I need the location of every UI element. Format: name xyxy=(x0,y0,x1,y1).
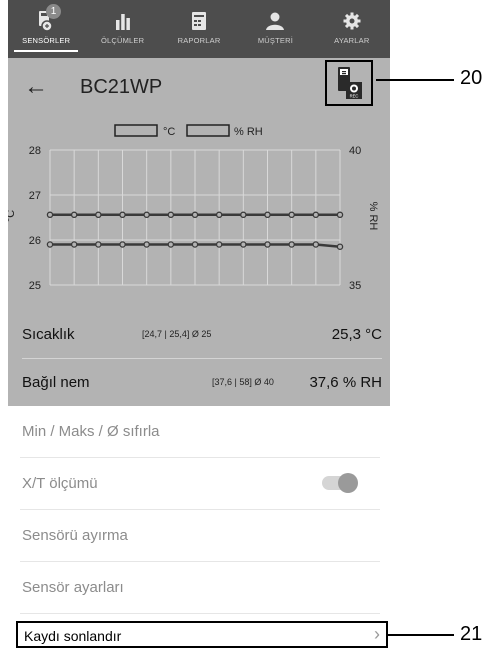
reset-min-max-avg-item[interactable]: Min / Maks / Ø sıfırla xyxy=(20,406,380,458)
data-point xyxy=(336,243,344,251)
data-point xyxy=(70,211,78,219)
y-tick-label-left: 25 xyxy=(29,280,41,292)
callout-number-21: 21 xyxy=(460,623,483,645)
nav-item-settings[interactable]: AYARLAR xyxy=(314,0,390,58)
y-tick-label-left: 27 xyxy=(29,190,41,202)
data-point xyxy=(288,211,295,219)
data-point xyxy=(264,211,271,219)
menu-label: Sensör ayarları xyxy=(22,579,124,596)
data-point xyxy=(336,211,344,219)
nav-label: SENSÖRLER xyxy=(22,36,71,45)
y-axis-label-right: % RH xyxy=(367,202,379,231)
menu-label: X/T ölçümü xyxy=(22,475,98,492)
app-screen: 1 SENSÖRLER ÖLÇÜMLER RAPORLAR MÜŞTERİ AY… xyxy=(8,0,390,654)
xt-measurement-item: X/T ölçümü xyxy=(20,458,380,510)
data-point xyxy=(95,241,102,248)
measurement-chart: °C % RH 28 27 26 25 40 35 °C % RH xyxy=(8,120,390,310)
nav-label: AYARLAR xyxy=(334,36,370,45)
chevron-right-icon: › xyxy=(374,624,380,644)
gear-icon xyxy=(341,10,363,32)
menu-label: Sensörü ayırma xyxy=(22,527,128,544)
sensor-menu: Min / Maks / Ø sıfırla X/T ölçümü Sensör… xyxy=(8,406,390,614)
data-point xyxy=(215,211,223,219)
data-point xyxy=(240,241,247,248)
nav-label: ÖLÇÜMLER xyxy=(100,36,145,45)
user-icon xyxy=(264,10,286,32)
data-point xyxy=(191,241,199,248)
data-point xyxy=(119,211,126,219)
legend-label-celsius: °C xyxy=(163,126,175,138)
callout-line-20 xyxy=(376,79,454,81)
data-point xyxy=(46,241,54,248)
data-point xyxy=(312,211,320,219)
end-recording-label: Kaydı sonlandır xyxy=(24,628,122,644)
legend-label-rh: % RH xyxy=(234,126,263,138)
recording-device-icon[interactable]: REC xyxy=(325,60,373,106)
callout-number-20: 20 xyxy=(460,67,483,89)
legend-swatch-celsius xyxy=(114,124,158,137)
data-point xyxy=(167,211,175,219)
data-point xyxy=(143,241,150,248)
reading-row-temperature: Sıcaklık [24,7 | 25,4] Ø 25 25,3 °C xyxy=(22,310,382,359)
data-point xyxy=(264,241,271,248)
chart-canvas: °C % RH 28 27 26 25 40 35 °C % RH xyxy=(8,124,379,292)
bottom-nav: 1 SENSÖRLER ÖLÇÜMLER RAPORLAR MÜŞTERİ AY… xyxy=(8,0,390,58)
bar-chart-icon xyxy=(112,10,134,32)
y-axis-label-left: °C xyxy=(8,210,17,222)
data-point xyxy=(215,241,223,248)
toggle-knob xyxy=(338,473,358,493)
end-recording-button[interactable]: Kaydı sonlandır › xyxy=(16,621,388,648)
y-tick-label-left: 28 xyxy=(29,145,41,157)
data-point xyxy=(143,211,150,219)
sensor-settings-item[interactable]: Sensör ayarları xyxy=(20,562,380,614)
data-point xyxy=(240,211,247,219)
reading-value: 25,3 °C xyxy=(331,326,382,343)
nav-label: MÜŞTERİ xyxy=(257,36,293,45)
nav-label: RAPORLAR xyxy=(177,36,221,45)
y-tick-label-right: 40 xyxy=(349,145,361,157)
nav-item-sensors[interactable]: 1 SENSÖRLER xyxy=(8,0,84,58)
reading-name: Sıcaklık xyxy=(22,326,75,343)
back-arrow-icon[interactable]: ← xyxy=(24,74,48,100)
data-point xyxy=(46,211,54,219)
nav-item-measurements[interactable]: ÖLÇÜMLER xyxy=(84,0,160,58)
readings-panel: Sıcaklık [24,7 | 25,4] Ø 25 25,3 °C Bağı… xyxy=(8,310,390,406)
data-point xyxy=(288,241,295,248)
y-tick-label-right: 35 xyxy=(349,280,361,292)
rec-label: REC xyxy=(350,94,359,99)
reading-row-humidity: Bağıl nem [37,6 | 58] Ø 40 37,6 % RH xyxy=(22,358,382,406)
data-point xyxy=(119,241,126,248)
nav-item-customer[interactable]: MÜŞTERİ xyxy=(237,0,313,58)
xt-measurement-toggle[interactable] xyxy=(322,473,358,493)
detach-sensor-item[interactable]: Sensörü ayırma xyxy=(20,510,380,562)
reading-name: Bağıl nem xyxy=(22,374,90,391)
reading-stats: [37,6 | 58] Ø 40 xyxy=(212,377,274,387)
report-icon xyxy=(188,10,210,32)
y-tick-label-left: 26 xyxy=(29,235,41,247)
data-point xyxy=(95,211,102,219)
reading-value: 37,6 % RH xyxy=(309,374,382,391)
data-point xyxy=(312,241,320,248)
legend-swatch-rh xyxy=(186,124,230,137)
page-title: BC21WP xyxy=(80,76,163,98)
callout-line-21 xyxy=(388,634,454,636)
notification-badge: 1 xyxy=(46,4,61,19)
data-point xyxy=(167,241,175,248)
data-point xyxy=(191,211,199,219)
sensor-header: ← BC21WP REC xyxy=(8,58,390,120)
menu-label: Min / Maks / Ø sıfırla xyxy=(22,423,160,440)
reading-stats: [24,7 | 25,4] Ø 25 xyxy=(142,329,212,339)
nav-item-reports[interactable]: RAPORLAR xyxy=(161,0,237,58)
data-point xyxy=(70,241,78,248)
